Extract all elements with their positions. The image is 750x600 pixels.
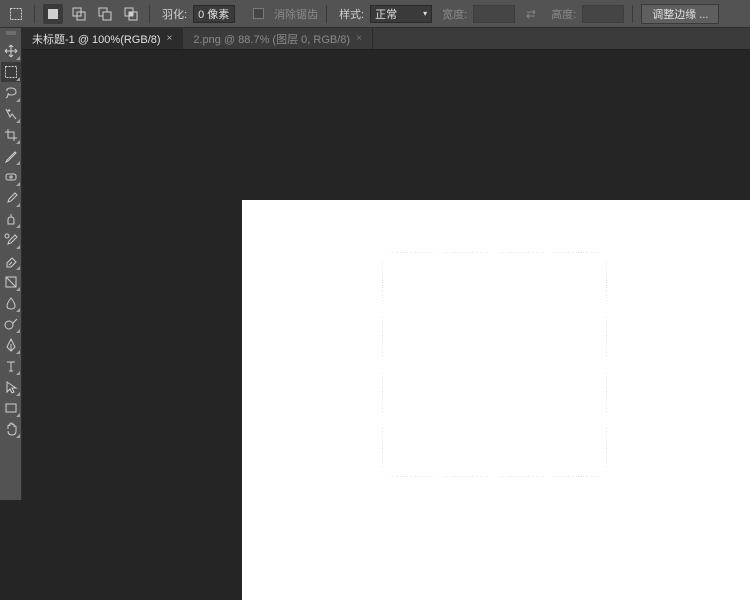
current-tool-indicator[interactable] [6, 4, 26, 24]
close-icon[interactable]: × [167, 33, 173, 44]
width-label: 宽度: [442, 6, 467, 22]
clone-stamp-tool[interactable] [1, 209, 21, 229]
document-canvas[interactable] [242, 200, 750, 600]
panel-grip-icon[interactable] [0, 30, 21, 38]
feather-label: 羽化: [162, 6, 187, 22]
history-brush-tool[interactable] [1, 230, 21, 250]
refine-edge-button[interactable]: 调整边缘 ... [641, 4, 719, 24]
rectangular-marquee-tool[interactable] [1, 62, 21, 82]
document-tabs: 未标题-1 @ 100%(RGB/8) × 2.png @ 88.7% (图层 … [0, 28, 750, 50]
tab-label: 2.png @ 88.7% (图层 0, RGB/8) [193, 31, 350, 47]
divider [326, 5, 327, 23]
tab-label: 未标题-1 @ 100%(RGB/8) [32, 31, 161, 47]
healing-brush-tool[interactable] [1, 167, 21, 187]
feather-input[interactable] [193, 5, 235, 23]
document-tab[interactable]: 2.png @ 88.7% (图层 0, RGB/8) × [183, 28, 373, 49]
options-bar: 羽化: 消除锯齿 样式: 正常 ▾ 宽度: 高度: 调整边缘 ... [0, 0, 750, 28]
style-label: 样式: [339, 6, 364, 22]
eyedropper-tool[interactable] [1, 146, 21, 166]
hand-tool[interactable] [1, 419, 21, 439]
gradient-tool[interactable] [1, 272, 21, 292]
pen-tool[interactable] [1, 335, 21, 355]
style-select[interactable]: 正常 ▾ [370, 5, 432, 23]
style-value: 正常 [375, 6, 397, 22]
close-icon[interactable]: × [356, 33, 362, 44]
chevron-down-icon: ▾ [423, 9, 427, 18]
divider [34, 5, 35, 23]
selection-add-icon[interactable] [69, 4, 89, 24]
quick-selection-tool[interactable] [1, 104, 21, 124]
height-input [582, 5, 624, 23]
divider [149, 5, 150, 23]
selection-subtract-icon[interactable] [95, 4, 115, 24]
swap-dimensions-icon [521, 4, 541, 24]
path-selection-tool[interactable] [1, 377, 21, 397]
height-label: 高度: [551, 6, 576, 22]
type-tool[interactable] [1, 356, 21, 376]
marquee-selection[interactable] [382, 252, 607, 477]
canvas-area[interactable] [22, 50, 750, 500]
selection-new-icon[interactable] [43, 4, 63, 24]
rectangle-shape-tool[interactable] [1, 398, 21, 418]
tool-panel [0, 28, 22, 500]
move-tool[interactable] [1, 41, 21, 61]
width-input [473, 5, 515, 23]
crop-tool[interactable] [1, 125, 21, 145]
dodge-tool[interactable] [1, 314, 21, 334]
antialias-label: 消除锯齿 [274, 6, 318, 22]
lasso-tool[interactable] [1, 83, 21, 103]
blur-tool[interactable] [1, 293, 21, 313]
divider [632, 5, 633, 23]
document-tab-active[interactable]: 未标题-1 @ 100%(RGB/8) × [22, 28, 183, 49]
eraser-tool[interactable] [1, 251, 21, 271]
antialias-checkbox [253, 8, 264, 19]
refine-edge-label: 调整边缘 ... [652, 6, 708, 22]
brush-tool[interactable] [1, 188, 21, 208]
selection-intersect-icon[interactable] [121, 4, 141, 24]
